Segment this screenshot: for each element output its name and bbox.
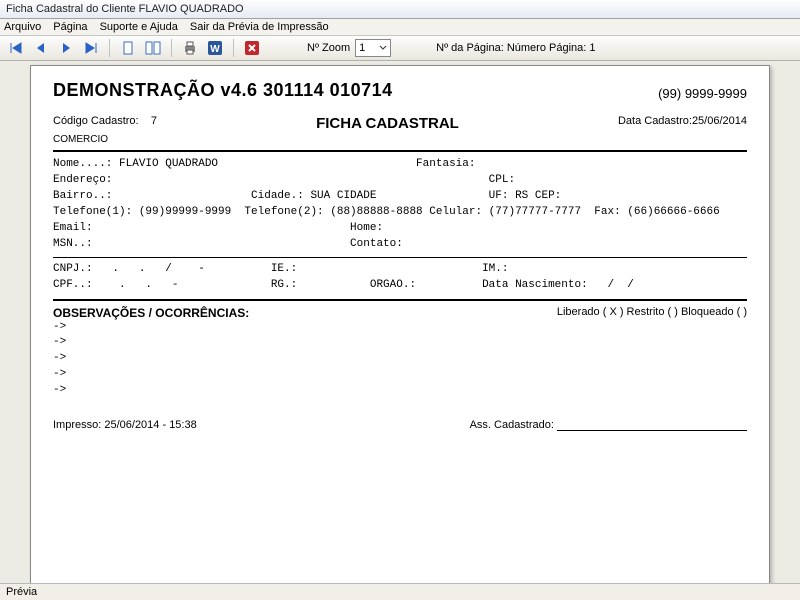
nav-last-icon[interactable] [81, 39, 101, 57]
preview-area[interactable]: DEMONSTRAÇÃO v4.6 301114 010714 (99) 999… [0, 61, 800, 583]
client-info-block: Nome....: FLAVIO QUADRADO Fantasia: Ende… [53, 157, 747, 253]
statusbar: Prévia [0, 583, 800, 600]
zoom-select[interactable]: 1 [355, 39, 391, 57]
obs-flags: Liberado ( X ) Restrito ( ) Bloqueado ( … [557, 306, 747, 320]
zoom-value: 1 [359, 42, 365, 54]
signature-line [557, 430, 747, 431]
toolbar-separator [233, 39, 234, 57]
data-cadastro: Data Cadastro:25/06/2014 [618, 115, 747, 132]
divider [53, 150, 747, 152]
divider [53, 299, 747, 301]
nav-next-icon[interactable] [56, 39, 76, 57]
impresso: Impresso: 25/06/2014 - 15:38 [53, 419, 197, 431]
obs-title: OBSERVAÇÕES / OCORRÊNCIAS: [53, 306, 249, 320]
menubar: Arquivo Página Suporte e Ajuda Sair da P… [0, 19, 800, 36]
page-double-icon[interactable] [143, 39, 163, 57]
page-single-icon[interactable] [118, 39, 138, 57]
nav-first-icon[interactable] [6, 39, 26, 57]
window-titlebar: Ficha Cadastral do Cliente FLAVIO QUADRA… [0, 0, 800, 19]
page-number-label: Nº da Página: Número Página: 1 [436, 42, 595, 54]
obs-lines: -> -> -> -> -> [53, 320, 747, 400]
page-value: Número Página: 1 [507, 42, 596, 54]
menu-suporte[interactable]: Suporte e Ajuda [100, 21, 178, 33]
doc-main-title: FICHA CADASTRAL [316, 115, 459, 132]
nav-prev-icon[interactable] [31, 39, 51, 57]
menu-arquivo[interactable]: Arquivo [4, 21, 41, 33]
window-title: Ficha Cadastral do Cliente FLAVIO QUADRA… [6, 3, 244, 15]
codigo-value: 7 [151, 115, 157, 127]
data-cad-value: 25/06/2014 [692, 115, 747, 127]
divider [53, 257, 747, 258]
toolbar-separator [171, 39, 172, 57]
status-text: Prévia [6, 586, 37, 598]
data-cad-label: Data Cadastro: [618, 115, 692, 127]
assinatura: Ass. Cadastrado: [470, 419, 747, 431]
menu-pagina[interactable]: Página [53, 21, 87, 33]
chevron-down-icon [379, 44, 387, 52]
close-preview-icon[interactable] [242, 39, 262, 57]
doc-phone: (99) 9999-9999 [658, 86, 747, 101]
svg-text:W: W [210, 44, 220, 55]
page-label-text: Nº da Página: [436, 42, 504, 54]
zoom-label: Nº Zoom [307, 42, 350, 54]
ass-label: Ass. Cadastrado: [470, 419, 554, 431]
menu-sair[interactable]: Sair da Prévia de Impressão [190, 21, 329, 33]
codigo-cadastro: Código Cadastro: 7 [53, 115, 157, 132]
codigo-label: Código Cadastro: [53, 115, 139, 127]
toolbar: W Nº Zoom 1 Nº da Página: Número Página:… [0, 36, 800, 61]
doc-demo-title: DEMONSTRAÇÃO v4.6 301114 010714 [53, 80, 393, 101]
impresso-label: Impresso: [53, 419, 101, 431]
doc-ids-block: CNPJ.: . . / - IE.: IM.: CPF..: . . - RG… [53, 262, 747, 294]
export-word-icon[interactable]: W [205, 39, 225, 57]
document-page: DEMONSTRAÇÃO v4.6 301114 010714 (99) 999… [30, 65, 770, 583]
toolbar-separator [109, 39, 110, 57]
doc-categoria: COMERCIO [53, 134, 747, 145]
print-icon[interactable] [180, 39, 200, 57]
impresso-value: 25/06/2014 - 15:38 [104, 419, 196, 431]
